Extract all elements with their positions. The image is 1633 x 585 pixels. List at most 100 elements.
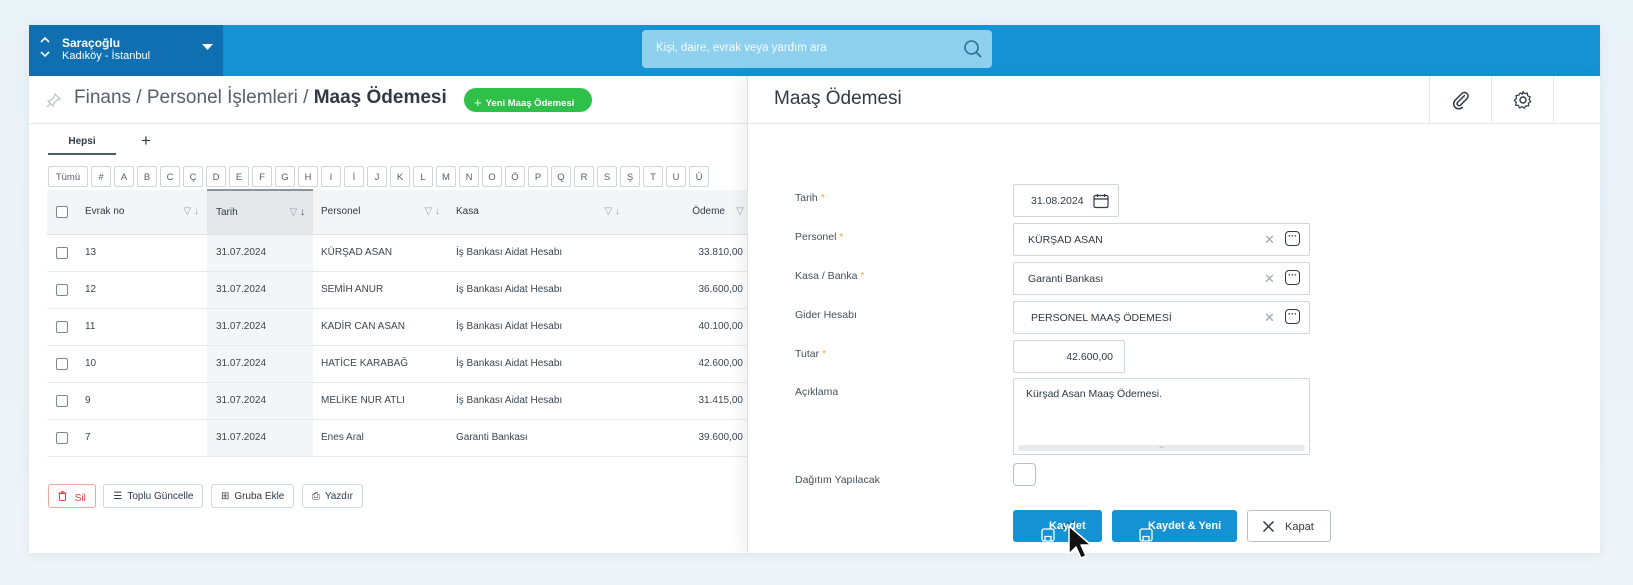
cell-kasa: İş Bankası Aidat Hesabı	[448, 271, 628, 309]
pin-icon[interactable]	[46, 92, 62, 108]
new-salary-payment-button[interactable]: + Yeni Maaş Ödemesi	[464, 88, 592, 112]
table-row[interactable]: 12 31.07.2024 SEMİH ANUR İş Bankası Aida…	[47, 271, 747, 309]
letter-filter-item[interactable]: N	[459, 166, 479, 187]
resize-handle-icon[interactable]: ⇔	[1018, 444, 1305, 451]
save-and-new-button[interactable]: Kaydet & Yeni	[1112, 510, 1237, 542]
personnel-value: KÜRŞAD ASAN	[1028, 234, 1103, 246]
clear-icon[interactable]: ✕	[1264, 310, 1275, 326]
tab-hepsi[interactable]: Hepsi	[48, 129, 116, 155]
close-label: Kapat	[1285, 521, 1314, 533]
letter-filter-item[interactable]: U	[666, 166, 686, 187]
row-checkbox[interactable]	[56, 283, 68, 296]
letter-filter-item[interactable]: Q	[551, 166, 571, 187]
distribution-checkbox[interactable]	[1013, 463, 1036, 486]
breadcrumb-path[interactable]: Finans / Personel İşlemleri /	[74, 87, 314, 108]
filter-sort-icons[interactable]: ▽ ↓	[184, 206, 199, 217]
letter-filter-item[interactable]: E	[229, 166, 249, 187]
organization-switcher[interactable]: Saraçoğlu Kadıköy - İstanbul	[29, 25, 223, 76]
letter-filter-item[interactable]: I	[321, 166, 341, 187]
search-icon[interactable]	[962, 38, 984, 60]
letter-filter-item[interactable]: L	[413, 166, 433, 187]
column-header-personel[interactable]: Personel ▽ ↓	[313, 190, 448, 235]
cell-personel: KÜRŞAD ASAN	[313, 234, 448, 272]
letter-filter-item[interactable]: C	[160, 166, 180, 187]
close-icon	[1262, 520, 1275, 536]
cell-personel: Enes Aral	[313, 419, 448, 457]
search-input[interactable]: Kişi, daire, evrak veya yardım ara	[656, 42, 827, 54]
table-row[interactable]: 9 31.07.2024 MELİKE NUR ATLI İş Bankası …	[47, 382, 747, 420]
label-kasa: Kasa / Banka *	[795, 270, 864, 282]
letter-filter-item[interactable]: R	[574, 166, 594, 187]
table-row[interactable]: 7 31.07.2024 Enes Aral Garanti Bankası 3…	[47, 419, 747, 457]
row-checkbox[interactable]	[56, 394, 68, 407]
letter-filter-item[interactable]: H	[298, 166, 318, 187]
personnel-select[interactable]: KÜRŞAD ASAN ✕ ···	[1013, 223, 1310, 256]
settings-button[interactable]	[1491, 76, 1553, 124]
top-bar: Saraçoğlu Kadıköy - İstanbul Kişi, daire…	[29, 25, 1600, 76]
letter-filter-item[interactable]: İ	[344, 166, 364, 187]
more-options-icon[interactable]: ···	[1285, 270, 1300, 285]
description-textarea[interactable]: Kürşad Asan Maaş Ödemesi. ⇔	[1013, 378, 1310, 455]
letter-filter-item[interactable]: Ö	[505, 166, 525, 187]
letter-filter-all[interactable]: Tümü	[48, 166, 88, 187]
expense-account-select[interactable]: PERSONEL MAAŞ ÖDEMESİ ✕ ···	[1013, 301, 1310, 334]
letter-filter-item[interactable]: F	[252, 166, 272, 187]
delete-button[interactable]: Sil	[48, 484, 96, 508]
global-search[interactable]: Kişi, daire, evrak veya yardım ara	[642, 30, 992, 68]
column-label: Kasa	[456, 206, 479, 218]
date-field[interactable]: 31.08.2024	[1013, 184, 1119, 217]
more-options-icon[interactable]: ···	[1285, 231, 1300, 246]
row-checkbox[interactable]	[56, 320, 68, 333]
print-button[interactable]: ⎙ Yazdır	[301, 484, 363, 508]
save-and-new-label: Kaydet & Yeni	[1148, 520, 1222, 532]
table-row[interactable]: 11 31.07.2024 KADİR CAN ASAN İş Bankası …	[47, 308, 747, 346]
letter-filter-item[interactable]: P	[528, 166, 548, 187]
letter-filter-item[interactable]: O	[482, 166, 502, 187]
clear-icon[interactable]: ✕	[1264, 271, 1275, 287]
letter-filter-item[interactable]: S	[597, 166, 617, 187]
letter-filter-item[interactable]: K	[390, 166, 410, 187]
cell-evrak: 11	[75, 308, 207, 346]
letter-filter-item[interactable]: M	[436, 166, 456, 187]
filter-icon[interactable]: ▽	[736, 206, 744, 217]
filter-sort-icons[interactable]: ▽ ↓	[425, 206, 440, 217]
column-header-evrak[interactable]: Evrak no ▽ ↓	[75, 190, 207, 235]
label-gider: Gider Hesabı	[795, 309, 857, 321]
row-checkbox[interactable]	[56, 431, 68, 444]
row-checkbox[interactable]	[56, 246, 68, 259]
filter-sort-icons[interactable]: ▽ ↓	[605, 206, 620, 217]
close-button[interactable]: Kapat	[1247, 510, 1331, 542]
column-label: Tarih	[216, 206, 238, 218]
letter-filter-item[interactable]: Ç	[183, 166, 203, 187]
column-header-kasa[interactable]: Kasa ▽ ↓	[448, 190, 628, 235]
add-to-group-button[interactable]: ⊞ Gruba Ekle	[210, 484, 295, 508]
chevron-down-icon[interactable]	[202, 42, 213, 54]
select-all-checkbox[interactable]	[56, 205, 68, 218]
letter-filter-item[interactable]: B	[137, 166, 157, 187]
letter-filter-item[interactable]: Ü	[689, 166, 709, 187]
column-header-odeme[interactable]: Ödeme ▽	[628, 190, 747, 235]
table-row[interactable]: 10 31.07.2024 HATİCE KARABAĞ İş Bankası …	[47, 345, 747, 383]
clear-icon[interactable]: ✕	[1264, 232, 1275, 248]
cell-personel: KADİR CAN ASAN	[313, 308, 448, 346]
letter-filter-item[interactable]: G	[275, 166, 295, 187]
cell-odeme: 36.600,00	[628, 271, 747, 309]
letter-filter-item[interactable]: D	[206, 166, 226, 187]
add-tab-button[interactable]: +	[141, 131, 151, 151]
attachment-button[interactable]	[1429, 76, 1491, 124]
letter-filter-item[interactable]: A	[114, 166, 134, 187]
letter-filter-item[interactable]: T	[643, 166, 663, 187]
letter-filter-item[interactable]: Ş	[620, 166, 640, 187]
filter-sort-icons[interactable]: ▽ ↓	[290, 207, 305, 218]
cell-odeme: 31.415,00	[628, 382, 747, 420]
letter-filter-item[interactable]: #	[91, 166, 111, 187]
calendar-icon[interactable]	[1093, 193, 1109, 212]
more-options-icon[interactable]: ···	[1285, 309, 1300, 324]
column-header-tarih[interactable]: Tarih ▽ ↓	[207, 189, 313, 235]
table-row[interactable]: 13 31.07.2024 KÜRŞAD ASAN İş Bankası Aid…	[47, 234, 747, 272]
cash-bank-select[interactable]: Garanti Bankası ✕ ···	[1013, 262, 1310, 295]
amount-input[interactable]: 42.600,00	[1013, 340, 1125, 373]
bulk-update-button[interactable]: ☰ Toplu Güncelle	[103, 484, 204, 508]
letter-filter-item[interactable]: J	[367, 166, 387, 187]
row-checkbox[interactable]	[56, 357, 68, 370]
